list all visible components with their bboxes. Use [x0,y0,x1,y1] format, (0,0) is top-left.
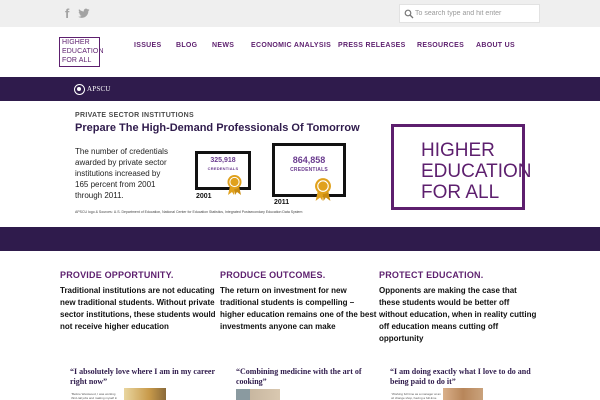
year-label: 2011 [274,199,290,206]
column-text: The return on investment for new traditi… [220,286,377,331]
logo-line: FOR ALL [421,182,500,203]
banner-logo: HIGHER EDUCATION FOR ALL [391,124,531,210]
logo-line: HIGHER [421,140,495,161]
purple-divider-band [0,227,600,251]
testimonial-snippet: “Before Westwood, I was working third-ra… [71,393,118,400]
year-label: 2001 [196,193,212,200]
heading-produce-outcomes: PRODUCE OUTCOMES. [220,270,326,280]
testimonial-photo[interactable] [124,388,166,400]
facebook-icon[interactable]: f [65,7,73,20]
banner-title: Prepare The High-Demand Professionals Of… [75,122,360,134]
top-bar: f [0,0,600,27]
column-text: Opponents are making the case that these… [379,286,537,343]
award-seal-icon [315,178,331,201]
search-input[interactable] [415,6,538,21]
site-logo[interactable]: HIGHER EDUCATION FOR ALL [59,37,104,67]
award-seal-icon [227,175,242,195]
certificate-2011: 864,858 CREDENTIALS [272,143,346,197]
apscu-emblem-icon [74,83,85,95]
banner-text: The number of credentials awarded by pri… [75,147,168,200]
search-box [399,4,540,23]
credential-label: CREDENTIALS [290,167,328,173]
logo-line: FOR ALL [62,57,92,64]
nav-about-us[interactable]: ABOUT US [476,42,515,49]
twitter-icon[interactable] [78,8,90,19]
testimonial-photo[interactable] [236,389,250,400]
logo-line: EDUCATION [62,48,104,55]
testimonial-quote[interactable]: “I absolutely love where I am in my care… [70,367,215,387]
nav-blog[interactable]: BLOG [176,42,197,49]
banner-label: PRIVATE SECTOR INSTITUTIONS [75,112,194,119]
nav-press-releases[interactable]: PRESS RELEASES [338,42,406,49]
apscu-logo: APSCU [74,83,111,95]
testimonial-photo[interactable] [443,388,483,400]
nav-issues[interactable]: ISSUES [134,42,161,49]
page: f HIGHER EDUCATION FOR ALL ISSUES BLOG N… [0,0,600,400]
nav-news[interactable]: NEWS [212,42,234,49]
search-icon[interactable] [404,9,414,19]
credential-count: 325,918 [210,157,236,164]
logo-line: HIGHER [62,39,90,46]
testimonial-snippet: “Working full time as a manager at an oi… [391,393,441,400]
testimonial-quote[interactable]: “I am doing exactly what I love to do an… [390,367,535,387]
credential-count: 864,858 [292,155,326,165]
testimonial-photo[interactable] [250,389,280,400]
banner-source: APSCU logo & Sources: U.S. Department of… [75,210,303,214]
testimonial-quote[interactable]: “Combining medicine with the art of cook… [236,367,381,387]
heading-provide-opportunity: PROVIDE OPPORTUNITY. [60,270,174,280]
column-text: Traditional institutions are not educati… [60,286,216,331]
logo-line: EDUCATION [421,161,532,182]
nav-economic-analysis[interactable]: ECONOMIC ANALYSIS [251,42,331,49]
nav-resources[interactable]: RESOURCES [417,42,464,49]
heading-protect-education: PROTECT EDUCATION. [379,270,484,280]
credential-label: CREDENTIALS [207,166,239,171]
